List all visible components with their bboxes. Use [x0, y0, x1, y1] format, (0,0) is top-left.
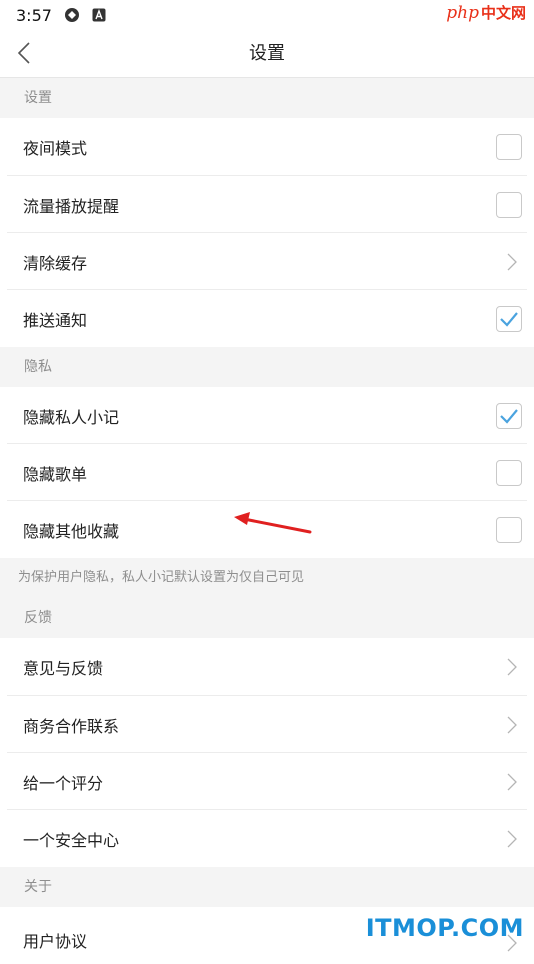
check-icon [500, 311, 518, 327]
checkbox-unchecked[interactable] [496, 134, 522, 160]
chevron-right-icon [507, 830, 517, 847]
feedback-row-rate[interactable]: 给一个评分 [0, 753, 534, 810]
setting-row-clear-cache[interactable]: 清除缓存 [0, 233, 534, 290]
page-title: 设置 [249, 43, 285, 64]
row-label: 隐藏歌单 [23, 464, 88, 484]
nav-bar: 设置 [0, 30, 534, 78]
php-watermark: php 中文网 [446, 2, 526, 23]
setting-row-data-playback-alert[interactable]: 流量播放提醒 [0, 176, 534, 233]
annotation-arrow-icon [234, 512, 312, 534]
privacy-row-hide-private-notes[interactable]: 隐藏私人小记 [0, 387, 534, 444]
row-label: 用户协议 [23, 931, 88, 951]
section-header-feedback: 反馈 [0, 598, 534, 638]
status-time: 3:57 [16, 5, 52, 25]
checkbox-checked[interactable] [496, 305, 522, 332]
setting-row-night-mode[interactable]: 夜间模式 [0, 118, 534, 176]
section-header-about: 关于 [0, 867, 534, 907]
chevron-right-icon [507, 658, 517, 676]
chevron-right-icon [507, 716, 517, 733]
privacy-row-hide-playlists[interactable]: 隐藏歌单 [0, 444, 534, 501]
row-label: 给一个评分 [23, 773, 104, 793]
row-label: 隐藏其他收藏 [23, 521, 120, 541]
row-label: 推送通知 [23, 310, 88, 330]
setting-row-push-notification[interactable]: 推送通知 [0, 290, 534, 347]
status-bar: 3:57 php 中文网 [0, 0, 534, 30]
check-icon [500, 408, 518, 424]
section-header-privacy: 隐私 [0, 347, 534, 387]
row-label: 夜间模式 [23, 139, 88, 158]
feedback-row-opinion[interactable]: 意见与反馈 [0, 638, 534, 696]
checkbox-checked[interactable] [496, 402, 522, 429]
feedback-row-security-center[interactable]: 一个安全中心 [0, 810, 534, 867]
checkbox-unchecked[interactable] [496, 191, 522, 218]
section-header-settings: 设置 [0, 78, 534, 118]
row-label: 流量播放提醒 [23, 196, 120, 216]
itmop-watermark: ITMOP.COM [365, 914, 524, 942]
checkbox-unchecked[interactable] [496, 516, 522, 543]
privacy-note: 为保护用户隐私，私人小记默认设置为仅自己可见 [18, 570, 305, 585]
row-label: 隐藏私人小记 [23, 407, 120, 427]
chevron-right-icon [507, 253, 517, 270]
chevron-right-icon [507, 773, 517, 790]
notification-a-icon [92, 8, 106, 22]
checkbox-unchecked[interactable] [496, 459, 522, 486]
row-label: 意见与反馈 [23, 659, 104, 678]
feedback-row-business[interactable]: 商务合作联系 [0, 696, 534, 753]
watermark-cn-text: 中文网 [480, 4, 526, 22]
sync-icon [64, 7, 80, 23]
watermark-php-text: php [446, 2, 479, 23]
row-label: 一个安全中心 [23, 830, 120, 850]
row-label: 商务合作联系 [23, 716, 120, 736]
row-label: 清除缓存 [23, 253, 88, 273]
